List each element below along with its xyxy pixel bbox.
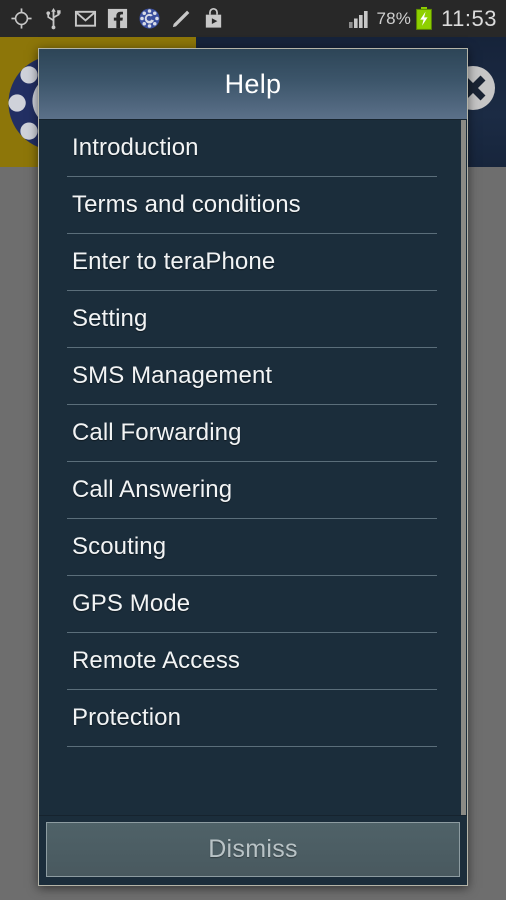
list-item[interactable]: Terms and conditions [39, 177, 467, 233]
list-item-label: Setting [72, 305, 148, 332]
list-item-label: Introduction [72, 134, 199, 161]
usb-icon [46, 7, 61, 30]
list-item-label: Scouting [72, 533, 167, 560]
status-bar: 78% 11:53 [0, 0, 506, 37]
help-topic-list-items: Introduction Terms and conditions Enter to… [39, 120, 467, 747]
dialog-header: Help [39, 49, 467, 120]
list-scrollbar[interactable] [461, 120, 466, 815]
dialog-title: Help [224, 68, 282, 99]
list-item[interactable]: Call Forwarding [39, 405, 467, 461]
play-store-icon [205, 7, 222, 28]
list-item-label: Terms and conditions [72, 191, 301, 218]
pencil-icon [172, 10, 190, 28]
list-item[interactable]: Scouting [39, 519, 467, 575]
facebook-icon [107, 8, 128, 29]
status-bar-system-icons: 78% 11:53 [349, 6, 497, 32]
dialog-footer: Dismiss [39, 815, 467, 885]
status-bar-notification-icons [10, 7, 225, 30]
list-item[interactable]: GPS Mode [39, 576, 467, 632]
list-item[interactable]: Introduction [39, 120, 467, 176]
list-item[interactable]: Remote Access [39, 633, 467, 689]
clock-label: 11:53 [441, 5, 497, 31]
battery-percent-label: 78% [376, 8, 412, 28]
teraphone-dial-icon [139, 8, 160, 29]
battery-charging-icon [416, 7, 432, 30]
list-item[interactable]: Enter to teraPhone [39, 234, 467, 290]
list-item-label: Remote Access [72, 647, 241, 674]
list-item-label: Call Answering [72, 476, 233, 503]
phone-screen: 78% 11:53 Help Introduction Terms and co… [0, 0, 506, 900]
list-item[interactable]: Setting [39, 291, 467, 347]
list-item[interactable]: Protection [39, 690, 467, 746]
signal-bars-icon [349, 10, 369, 28]
help-topic-list[interactable]: Introduction Terms and conditions Enter to… [39, 120, 467, 815]
list-item-label: GPS Mode [72, 590, 191, 617]
list-item-label: Protection [72, 704, 182, 731]
list-item-label: SMS Management [72, 362, 273, 389]
list-item[interactable]: SMS Management [39, 348, 467, 404]
help-dialog: Help Introduction Terms and conditions Ent… [38, 48, 468, 886]
gmail-icon [74, 10, 97, 27]
dismiss-button[interactable]: Dismiss [46, 822, 460, 877]
list-item-label: Enter to teraPhone [72, 248, 276, 275]
list-divider [67, 746, 437, 747]
gps-crosshair-icon [11, 8, 32, 29]
list-item-label: Call Forwarding [72, 419, 242, 446]
list-item[interactable]: Call Answering [39, 462, 467, 518]
